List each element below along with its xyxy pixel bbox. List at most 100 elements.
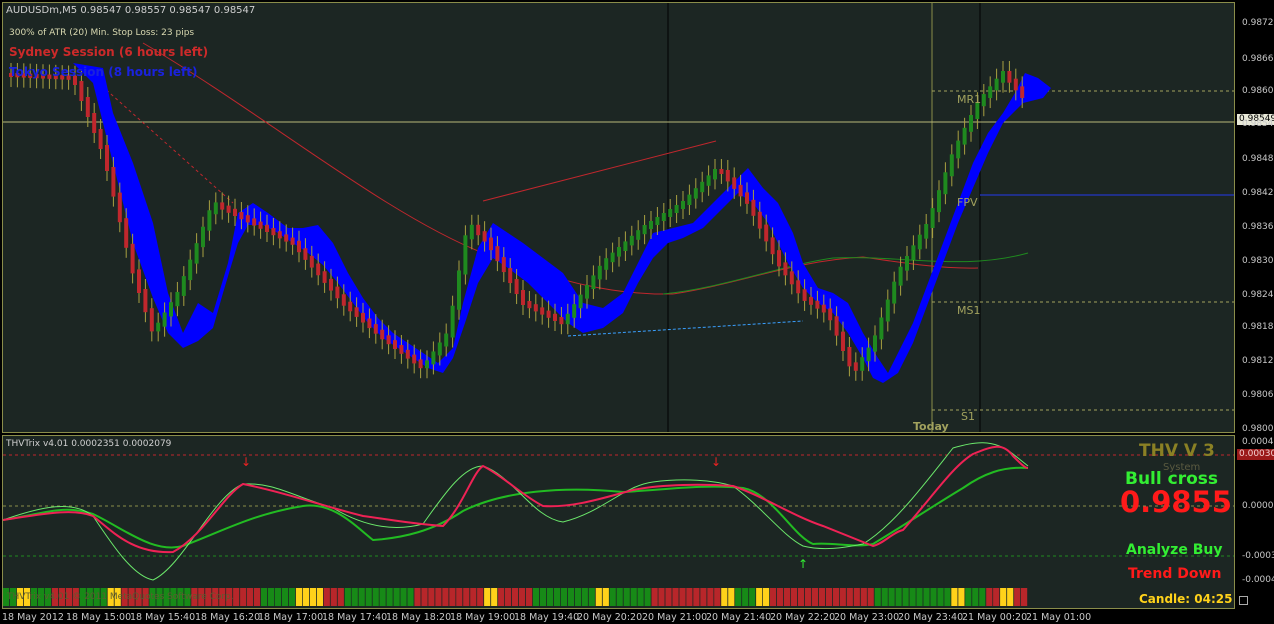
- candle-body: [105, 145, 109, 171]
- candle-body: [815, 300, 820, 309]
- candle-body: [239, 212, 244, 220]
- system-title: THV V 3: [1139, 441, 1215, 461]
- chart-shift-marker[interactable]: [1239, 596, 1248, 605]
- signal-bar: [735, 588, 742, 606]
- candle-body: [770, 237, 775, 255]
- time-axis-label: 20 May 23:40: [898, 612, 964, 623]
- signal-bar: [770, 588, 777, 606]
- candle-body: [937, 190, 941, 213]
- signal-bar: [839, 588, 846, 606]
- signal-bar: [972, 588, 979, 606]
- signal-bar: [895, 588, 902, 606]
- signal-bar: [449, 588, 456, 606]
- candle-body: [924, 224, 929, 239]
- price-axis-label: 0.98005: [1242, 424, 1274, 434]
- sell-arrow: ↓: [711, 455, 721, 469]
- time-axis-label: 20 May 22:20: [770, 612, 836, 623]
- candle-body: [245, 215, 250, 223]
- candle-timer: Candle: 04:25: [1139, 592, 1233, 606]
- candle-body: [463, 235, 468, 275]
- signal-bar: [825, 588, 832, 606]
- price-chart-panel[interactable]: AUDUSDm,M5 0.98547 0.98557 0.98547 0.985…: [2, 2, 1235, 433]
- candle-body: [271, 228, 276, 236]
- candle-body: [732, 177, 737, 189]
- signal-bar: [832, 588, 839, 606]
- candle-body: [373, 324, 378, 334]
- signal-bar: [728, 588, 735, 606]
- signal-bar: [553, 588, 561, 606]
- candle-body: [514, 279, 519, 295]
- candle-body: [437, 342, 442, 356]
- slow-ma-green: [662, 252, 1029, 295]
- signal-bar: [986, 588, 993, 606]
- candle-body: [674, 205, 679, 213]
- signal-bar: [616, 588, 623, 606]
- candle-body: [572, 304, 577, 318]
- signal-bar: [484, 588, 491, 606]
- signal-bar: [456, 588, 463, 606]
- signal-bar: [937, 588, 944, 606]
- signal-bar: [477, 588, 484, 606]
- candle-body: [431, 351, 436, 365]
- signal-bar: [672, 588, 679, 606]
- candle-body: [361, 312, 365, 323]
- candle-body: [745, 192, 749, 204]
- candle-body: [469, 224, 474, 240]
- candle-body: [143, 289, 148, 313]
- candle-body: [367, 318, 372, 329]
- signal-bar: [658, 588, 665, 606]
- candle-body: [700, 181, 705, 193]
- candle-body: [527, 301, 532, 309]
- price-axis-label: 0.98245: [1242, 290, 1274, 300]
- candle-body: [175, 291, 180, 307]
- candle-body: [725, 169, 730, 182]
- candle-body: [450, 305, 455, 338]
- candle-body: [789, 271, 794, 285]
- signal-bar: [539, 588, 547, 606]
- candle-body: [969, 115, 973, 132]
- candle-body: [917, 234, 922, 250]
- candle-body: [617, 247, 621, 257]
- signal-bar: [379, 588, 386, 606]
- signal-bar: [693, 588, 700, 606]
- candle-body: [495, 246, 500, 262]
- signal-bar: [288, 588, 296, 606]
- signal-bar: [393, 588, 400, 606]
- symbol-line: AUDUSDm,M5 0.98547 0.98557 0.98547 0.985…: [6, 5, 256, 16]
- signal-bar: [944, 588, 951, 606]
- candle-body: [335, 286, 340, 299]
- signal-bar: [281, 588, 289, 606]
- signal-bar: [519, 588, 526, 606]
- signal-bar: [881, 588, 888, 606]
- signal-bar: [435, 588, 442, 606]
- candle-body: [668, 209, 673, 217]
- time-axis-label: 18 May 17:00: [258, 612, 324, 623]
- price-axis-label: 0.98125: [1242, 356, 1274, 366]
- time-axis-label: 18 May 15:40: [130, 612, 196, 623]
- candle-body: [79, 81, 84, 101]
- signal-bar: [309, 588, 316, 606]
- signal-bar: [254, 588, 261, 606]
- signal-bar: [860, 588, 867, 606]
- tokyo-session-label: Tokyo Session (8 hours left): [9, 65, 198, 79]
- indicator-value-box: 0.00030: [1237, 449, 1274, 460]
- time-axis-label: 20 May 23:00: [834, 612, 900, 623]
- candle-body: [1007, 71, 1012, 83]
- signal-bar: [470, 588, 477, 606]
- candle-body: [213, 202, 218, 215]
- indicator-watermark: THVTrix v4.01 © 2011 MetaQuotes Software…: [7, 592, 234, 602]
- signal-bar: [428, 588, 435, 606]
- price-axis-label: 0.98605: [1242, 86, 1274, 96]
- signal-bar: [337, 588, 344, 606]
- candle-body: [834, 316, 839, 336]
- indicator-panel[interactable]: ↓ ↓ ↑ THVTrix v4.01 0.0002351 0.0002079 …: [2, 435, 1235, 609]
- candle-body: [156, 322, 161, 332]
- cross-price: 0.9855: [1120, 485, 1232, 519]
- candle-body: [169, 302, 173, 317]
- signal-bar: [993, 588, 1000, 606]
- indicator-axis-label: 0.00000: [1242, 501, 1274, 511]
- signal-bar: [560, 588, 567, 606]
- candle-body: [636, 230, 641, 240]
- time-axis-label: 21 May 01:00: [1026, 612, 1092, 623]
- candle-body: [655, 217, 660, 225]
